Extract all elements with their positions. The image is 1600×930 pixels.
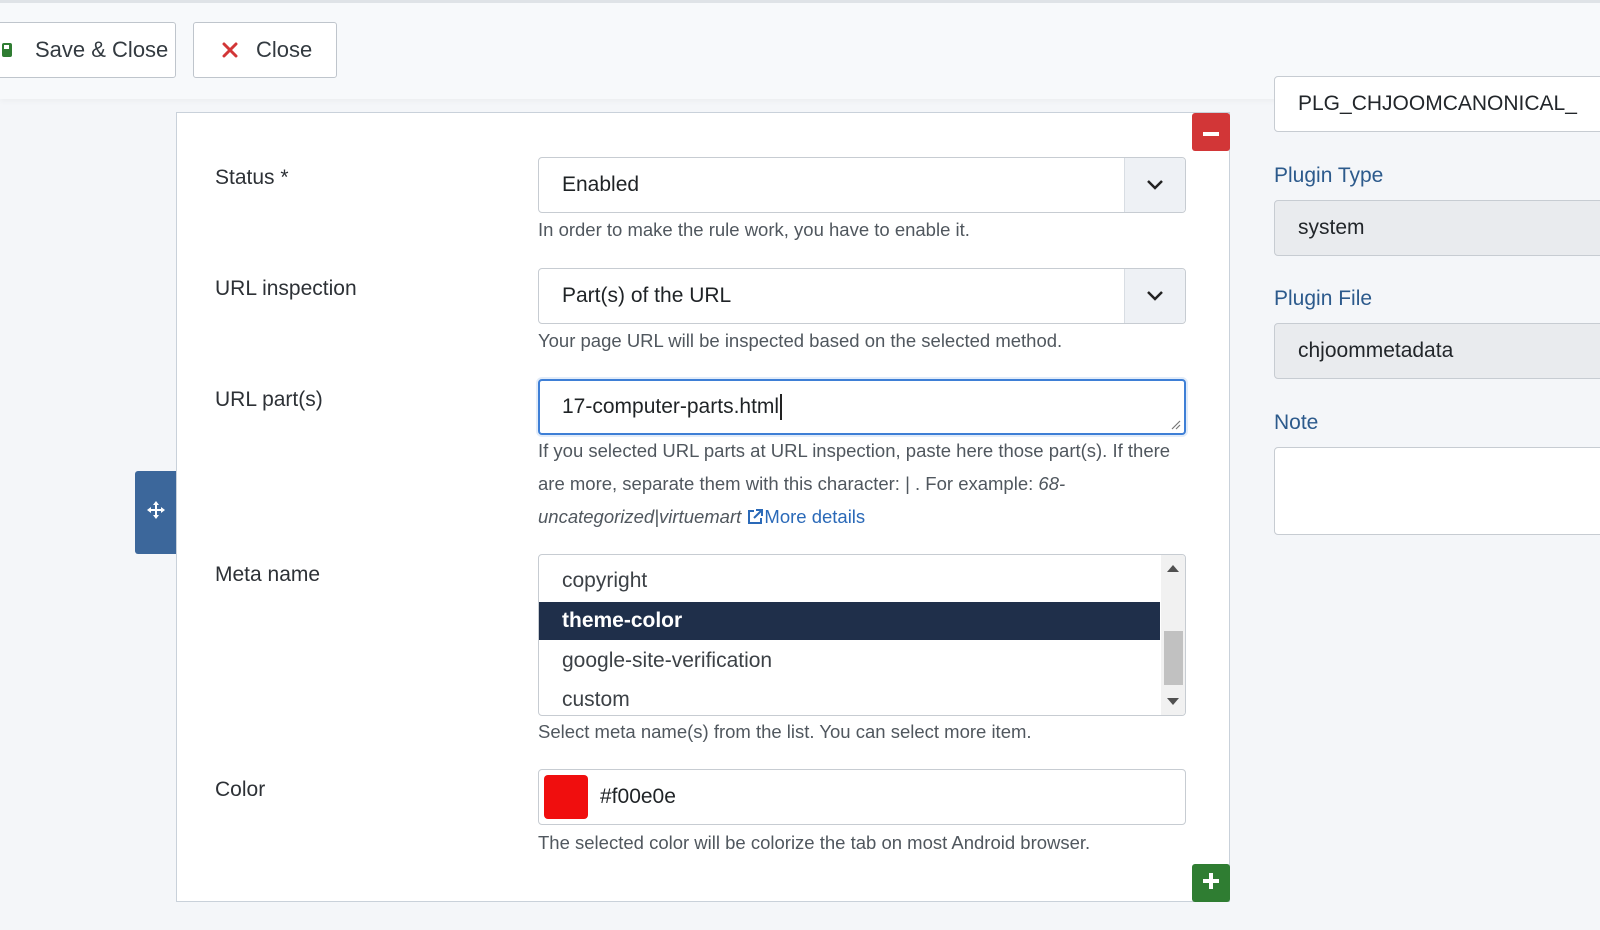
url-inspection-label: URL inspection	[215, 277, 357, 300]
plugin-type-value: system	[1298, 216, 1365, 239]
url-inspection-value: Part(s) of the URL	[562, 284, 732, 307]
plugin-file-label: Plugin File	[1274, 287, 1373, 310]
close-label: Close	[256, 37, 313, 62]
more-details-label: More details	[764, 506, 866, 527]
url-inspection-help: Your page URL will be inspected based on…	[538, 330, 1063, 351]
add-row-button[interactable]	[1192, 864, 1230, 902]
url-parts-textarea[interactable]: 17-computer-parts.html	[538, 379, 1186, 435]
meta-option-google-site-verification[interactable]: google-site-verification	[539, 642, 1160, 680]
plus-icon	[1203, 872, 1219, 894]
plugin-file-value: chjoommetadata	[1298, 339, 1454, 362]
meta-name-help: Select meta name(s) from the list. You c…	[538, 721, 1032, 742]
text-cursor	[780, 394, 783, 420]
close-x-icon	[218, 42, 242, 58]
color-help: The selected color will be colorize the …	[538, 832, 1091, 853]
move-handle[interactable]	[135, 471, 177, 554]
color-value: #f00e0e	[600, 785, 676, 808]
element-field[interactable]: PLG_CHJOOMCANONICAL_	[1274, 76, 1600, 132]
more-details-link[interactable]: More details	[746, 506, 865, 527]
move-arrows-icon	[146, 500, 166, 525]
meta-option-theme-color[interactable]: theme-color	[539, 602, 1160, 640]
remove-row-button[interactable]	[1192, 113, 1230, 151]
note-textarea[interactable]	[1274, 447, 1600, 535]
scrollbar-thumb[interactable]	[1164, 631, 1183, 685]
color-label: Color	[215, 778, 266, 801]
color-swatch[interactable]	[544, 775, 588, 819]
chevron-down-icon	[1124, 158, 1185, 212]
external-link-icon	[746, 506, 764, 527]
color-input[interactable]: #f00e0e	[538, 769, 1186, 825]
meta-option-copyright[interactable]: copyright	[539, 562, 1160, 600]
plugin-type-field: system	[1274, 200, 1600, 256]
close-button[interactable]: Close	[193, 22, 337, 78]
status-select[interactable]: Enabled	[538, 157, 1186, 213]
scroll-up-icon[interactable]	[1167, 565, 1179, 572]
url-parts-label: URL part(s)	[215, 388, 323, 411]
save-close-button[interactable]: Save & Close	[0, 22, 176, 78]
scroll-down-icon[interactable]	[1167, 698, 1179, 705]
chevron-down-icon	[1124, 269, 1185, 323]
status-help: In order to make the rule work, you have…	[538, 219, 970, 240]
meta-name-listbox[interactable]: copyright theme-color google-site-verifi…	[538, 554, 1186, 716]
plugin-file-field: chjoommetadata	[1274, 323, 1600, 379]
rule-panel: Status * Enabled In order to make the ru…	[176, 112, 1230, 902]
meta-name-label: Meta name	[215, 563, 321, 586]
listbox-scrollbar[interactable]	[1161, 555, 1185, 715]
note-label: Note	[1274, 411, 1319, 434]
save-icon	[0, 41, 21, 59]
url-parts-value: 17-computer-parts.html	[562, 395, 780, 418]
save-close-label: Save & Close	[35, 37, 169, 62]
url-parts-help-text: If you selected URL parts at URL inspect…	[538, 440, 1171, 494]
plugin-type-label: Plugin Type	[1274, 164, 1384, 187]
meta-option-custom[interactable]: custom	[539, 681, 1160, 715]
status-label: Status *	[215, 166, 289, 189]
url-parts-help: If you selected URL parts at URL inspect…	[538, 434, 1188, 533]
element-value: PLG_CHJOOMCANONICAL_	[1298, 92, 1577, 115]
url-inspection-select[interactable]: Part(s) of the URL	[538, 268, 1186, 324]
status-value: Enabled	[562, 173, 640, 196]
minus-icon	[1203, 123, 1219, 141]
resize-grip-icon[interactable]	[1169, 418, 1181, 430]
